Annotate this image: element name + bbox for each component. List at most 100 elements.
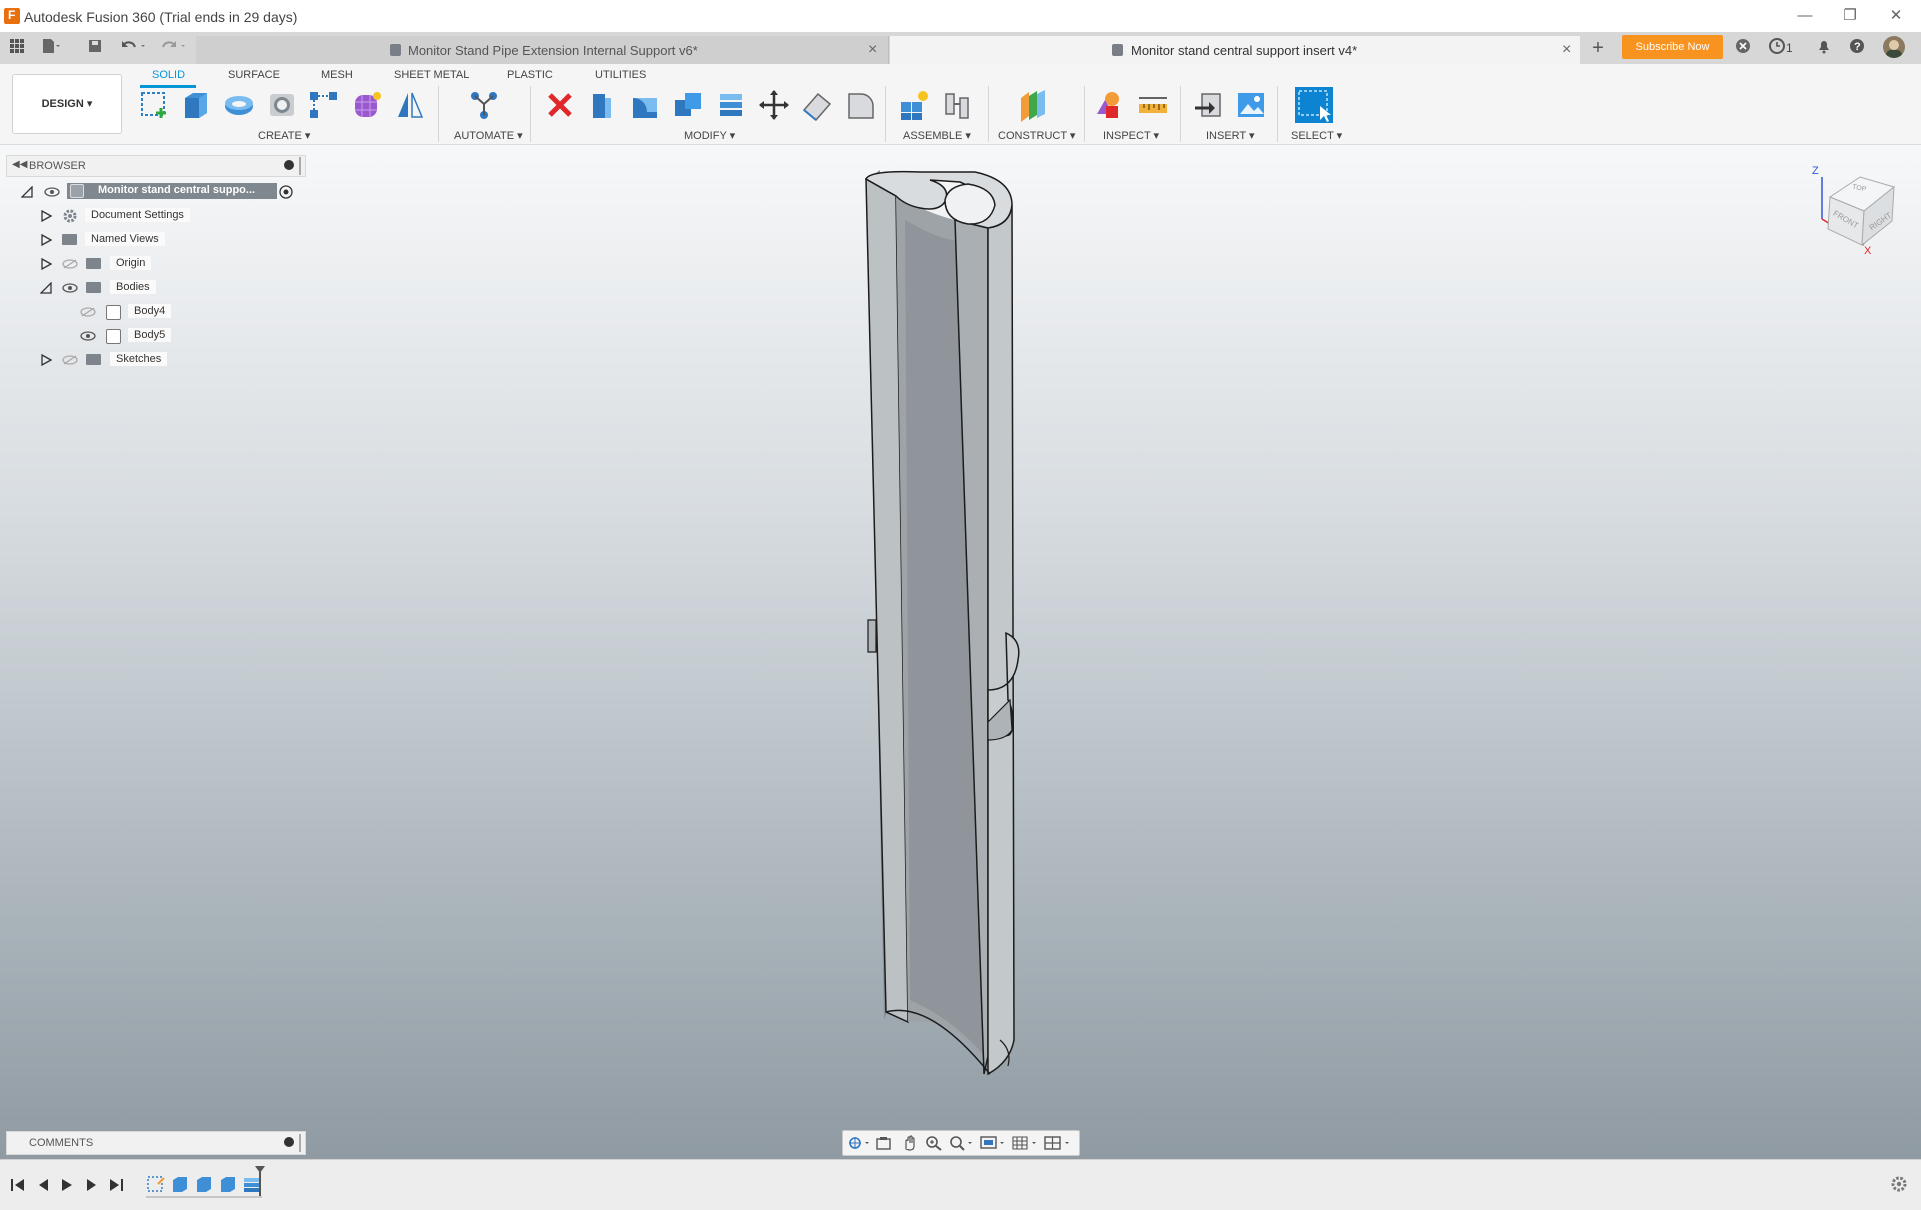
offset-plane-icon[interactable] xyxy=(1016,88,1050,122)
notifications-bell-icon[interactable] xyxy=(1813,38,1835,58)
tab-sheet-metal[interactable]: SHEET METAL xyxy=(394,69,469,81)
viewports-icon[interactable] xyxy=(1043,1135,1075,1151)
measure-icon[interactable] xyxy=(1136,88,1170,122)
collapse-panel-icon[interactable]: ◀◀ xyxy=(12,159,27,170)
browser-item-body4[interactable]: Body4 xyxy=(0,301,300,323)
tab-central-support-insert[interactable]: Monitor stand central support insert v4*… xyxy=(890,36,1580,64)
tab-pipe-extension-support[interactable]: Monitor Stand Pipe Extension Internal Su… xyxy=(196,36,889,64)
select-menu[interactable]: SELECT ▾ xyxy=(1291,129,1342,142)
browser-item-document-settings[interactable]: Document Settings xyxy=(0,205,300,227)
timeline-extrude-feature-icon[interactable] xyxy=(218,1174,238,1194)
go-to-end-icon[interactable] xyxy=(108,1177,124,1193)
hidden-eye-icon[interactable] xyxy=(62,355,78,365)
undo-icon[interactable] xyxy=(118,38,152,58)
combine-icon[interactable] xyxy=(671,88,705,122)
create-menu[interactable]: CREATE ▾ xyxy=(258,129,310,142)
subscribe-now-button[interactable]: Subscribe Now xyxy=(1622,35,1723,59)
create-form-icon[interactable] xyxy=(350,88,384,122)
insert-derive-icon[interactable] xyxy=(1192,88,1226,122)
look-at-icon[interactable] xyxy=(875,1135,893,1151)
shell-icon[interactable] xyxy=(843,88,877,122)
mirror-icon[interactable] xyxy=(393,88,427,122)
play-icon[interactable] xyxy=(59,1177,75,1193)
workspace-switcher-button[interactable]: DESIGN ▾ xyxy=(12,74,122,134)
timeline-marker-handle[interactable] xyxy=(254,1164,266,1200)
browser-options-icon[interactable] xyxy=(284,160,294,170)
zoom-icon[interactable] xyxy=(925,1135,943,1151)
collapsed-triangle-icon[interactable] xyxy=(40,354,52,366)
new-tab-plus-icon[interactable]: + xyxy=(1587,38,1609,58)
visibility-eye-icon[interactable] xyxy=(44,187,60,197)
expanded-triangle-icon[interactable] xyxy=(21,186,33,198)
close-tab-icon[interactable]: × xyxy=(1562,41,1571,59)
inspect-analysis-icon[interactable] xyxy=(1092,88,1126,122)
tab-mesh[interactable]: MESH xyxy=(321,69,353,81)
hidden-eye-icon[interactable] xyxy=(80,307,96,317)
step-forward-icon[interactable] xyxy=(84,1177,100,1193)
fillet-icon[interactable] xyxy=(628,88,662,122)
revolve-icon[interactable] xyxy=(222,88,256,122)
tab-plastic[interactable]: PLASTIC xyxy=(507,69,553,81)
redo-icon[interactable] xyxy=(158,38,192,58)
move-copy-icon[interactable] xyxy=(757,88,791,122)
tab-surface[interactable]: SURFACE xyxy=(228,69,280,81)
timeline-extrude-feature-icon[interactable] xyxy=(194,1174,214,1194)
offset-face-icon[interactable] xyxy=(714,88,748,122)
extrude-icon[interactable] xyxy=(179,88,213,122)
automate-menu[interactable]: AUTOMATE ▾ xyxy=(454,129,523,142)
browser-item-named-views[interactable]: Named Views xyxy=(0,229,300,251)
browser-item-origin[interactable]: Origin xyxy=(0,253,300,275)
create-sketch-icon[interactable] xyxy=(137,88,171,122)
automate-icon[interactable] xyxy=(467,88,501,122)
pan-hand-icon[interactable] xyxy=(901,1134,919,1152)
new-component-icon[interactable] xyxy=(897,88,931,122)
assemble-menu[interactable]: ASSEMBLE ▾ xyxy=(903,129,971,142)
file-menu-icon[interactable] xyxy=(40,38,62,58)
collapsed-triangle-icon[interactable] xyxy=(40,234,52,246)
inspect-menu[interactable]: INSPECT ▾ xyxy=(1103,129,1159,142)
delete-icon[interactable] xyxy=(543,88,577,122)
activate-radio-icon[interactable] xyxy=(279,185,293,199)
tab-utilities[interactable]: UTILITIES xyxy=(595,69,646,81)
timeline-extrude-feature-icon[interactable] xyxy=(170,1174,190,1194)
browser-item-body5[interactable]: Body5 xyxy=(0,325,300,347)
panel-resize-handle[interactable] xyxy=(299,1134,301,1152)
close-tab-icon[interactable]: × xyxy=(868,41,877,59)
hole-icon[interactable] xyxy=(265,88,299,122)
tab-solid[interactable]: SOLID xyxy=(152,69,185,81)
minimize-button[interactable]: — xyxy=(1785,6,1825,26)
data-panel-grid-icon[interactable] xyxy=(6,38,28,58)
insert-menu[interactable]: INSERT ▾ xyxy=(1206,129,1255,142)
align-icon[interactable] xyxy=(800,88,834,122)
extensions-icon[interactable] xyxy=(1732,38,1754,58)
panel-resize-handle[interactable] xyxy=(299,157,301,175)
rectangular-pattern-icon[interactable] xyxy=(307,88,341,122)
insert-canvas-icon[interactable] xyxy=(1234,88,1268,122)
restore-button[interactable]: ❐ xyxy=(1830,6,1870,26)
grid-snaps-icon[interactable] xyxy=(1011,1135,1041,1151)
joint-icon[interactable] xyxy=(940,88,974,122)
user-avatar[interactable] xyxy=(1883,36,1905,58)
visibility-eye-icon[interactable] xyxy=(62,283,78,293)
hidden-eye-icon[interactable] xyxy=(62,259,78,269)
close-window-button[interactable]: ✕ xyxy=(1876,6,1916,26)
comments-panel-header[interactable]: COMMENTS xyxy=(6,1131,306,1155)
go-to-start-icon[interactable] xyxy=(10,1177,26,1193)
step-back-icon[interactable] xyxy=(35,1177,51,1193)
help-icon[interactable]: ? xyxy=(1846,38,1868,58)
collapsed-triangle-icon[interactable] xyxy=(40,258,52,270)
display-settings-icon[interactable] xyxy=(979,1135,1007,1151)
construct-menu[interactable]: CONSTRUCT ▾ xyxy=(998,129,1075,142)
visibility-eye-icon[interactable] xyxy=(80,331,96,341)
modify-menu[interactable]: MODIFY ▾ xyxy=(684,129,735,142)
job-status-clock-icon[interactable] xyxy=(1766,38,1788,58)
timeline-sketch-feature-icon[interactable] xyxy=(146,1174,166,1194)
timeline-settings-gear-icon[interactable] xyxy=(1890,1175,1908,1193)
orbit-icon[interactable] xyxy=(847,1135,871,1151)
add-comment-icon[interactable] xyxy=(284,1137,294,1147)
browser-item-bodies[interactable]: Bodies xyxy=(0,277,300,299)
browser-root-row[interactable]: Monitor stand central suppo... xyxy=(0,181,300,203)
press-pull-icon[interactable] xyxy=(585,88,619,122)
select-icon[interactable] xyxy=(1294,86,1334,124)
fit-zoom-window-icon[interactable] xyxy=(949,1135,975,1151)
